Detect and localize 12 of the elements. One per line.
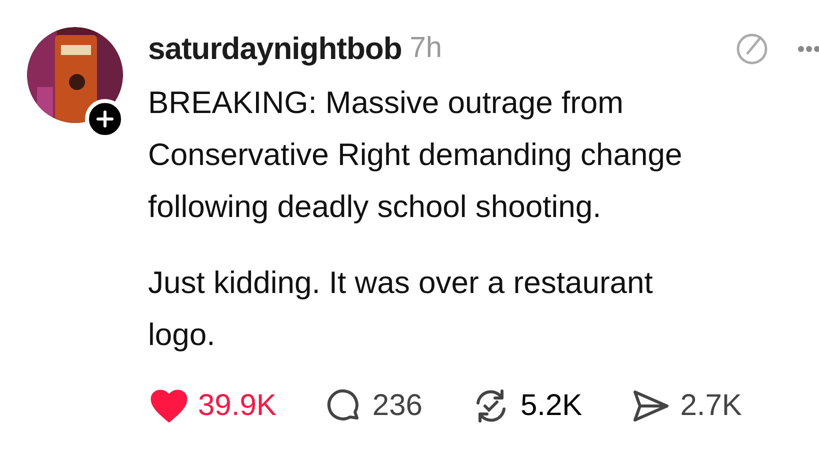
post-text: BREAKING: Massive outrage from Conservative Right demanding change following deadly school shooting. [148, 84, 684, 226]
post-time: 7h [410, 31, 442, 66]
post-text: Just kidding. It was over a restaurant logo. [148, 264, 654, 354]
username[interactable]: saturdaynightbob [148, 26, 402, 72]
send-icon [632, 388, 670, 422]
edit-circle-icon[interactable] [735, 32, 769, 66]
repost-button[interactable]: 5.2K [472, 383, 582, 428]
reply-button[interactable]: 236 [326, 383, 422, 428]
plus-icon [96, 110, 114, 128]
like-button[interactable]: 39.9K [150, 383, 276, 428]
more-icon[interactable] [797, 45, 819, 53]
share-button[interactable]: 2.7K [632, 383, 742, 428]
